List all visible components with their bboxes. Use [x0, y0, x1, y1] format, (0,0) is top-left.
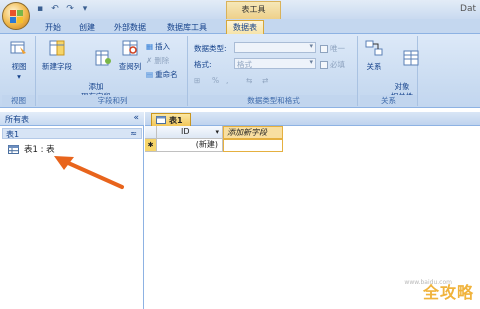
rename-column-button[interactable]: ▤ 重命名	[146, 69, 178, 80]
office-button[interactable]	[2, 2, 30, 30]
relationships-group: 关系 对象 相关性 关系	[360, 36, 419, 106]
office-logo-icon	[10, 10, 23, 23]
insert-column-button[interactable]: ▦ 插入	[146, 41, 170, 52]
nav-item-table1[interactable]: 表1 : 表	[8, 143, 55, 155]
annotation-arrow	[54, 156, 124, 189]
collapse-chevron-icon[interactable]: «	[133, 113, 139, 123]
increase-decimals-button[interactable]: ⇆	[246, 76, 252, 85]
dropdown-arrow-icon: ▾	[309, 42, 313, 50]
customize-qat-icon[interactable]: ▾	[79, 3, 91, 15]
table-icon	[8, 144, 19, 154]
percent-format-button[interactable]: %	[212, 76, 219, 85]
lookup-column-button[interactable]: 查阅列	[116, 40, 144, 72]
decrease-decimals-icon: ⇄	[262, 76, 269, 85]
nav-pane-header[interactable]: 所有表 «	[0, 112, 144, 126]
add-existing-fields-button[interactable]: 添加 现有字段	[78, 40, 114, 122]
navigation-pane: 所有表 « 表1 ≈ 表1 : 表	[0, 112, 144, 309]
title-bar: ▪ ↶ ↷ ▾ 表工具 Dat	[0, 0, 480, 19]
nav-pane-title: 所有表	[5, 115, 29, 124]
required-check-box[interactable]	[320, 60, 328, 69]
tab-table1[interactable]: 表1	[151, 113, 191, 126]
datatype-label: 数据类型:	[194, 44, 227, 53]
new-row-id-cell[interactable]: (新建)	[157, 139, 223, 152]
object-dependencies-icon	[403, 50, 419, 66]
document-tab-bar: 表1	[145, 112, 480, 126]
new-row-add-field-cell[interactable]	[223, 139, 283, 152]
view-icon	[10, 41, 26, 54]
add-existing-fields-icon	[95, 50, 112, 66]
dropdown-arrow-icon: ▾	[309, 58, 313, 66]
ribbon: 视图 ▾ 视图 新建字段 添加 现有字段	[0, 34, 480, 108]
undo-icon[interactable]: ↶	[49, 3, 61, 15]
increase-decimals-icon: ⇆	[246, 76, 253, 85]
sort-dropdown-icon[interactable]: ▾	[215, 126, 219, 138]
decrease-decimals-button[interactable]: ⇄	[262, 76, 268, 85]
view-button[interactable]: 视图 ▾	[4, 40, 34, 82]
context-tab-header: 表工具	[226, 1, 281, 19]
required-checkbox[interactable]: 必填	[320, 59, 345, 70]
group-collapse-icon[interactable]: ≈	[130, 129, 137, 138]
datatype-group: 数据类型: ▾ 格式: 格式 ▾ ⊞ % , ⇆ ⇄ 唯一 必填 数据类型和格式	[190, 36, 358, 106]
fields-group: 新建字段 添加 现有字段 查阅列 ▦ 插入 ✗ 删除	[38, 36, 188, 106]
tab-home[interactable]: 开始	[40, 21, 66, 34]
views-group: 视图 ▾ 视图	[2, 36, 36, 106]
lookup-column-icon	[122, 40, 138, 56]
tab-create[interactable]: 创建	[74, 21, 100, 34]
datatype-group-label: 数据类型和格式	[190, 95, 357, 106]
insert-icon: ▦	[146, 42, 154, 51]
redo-icon[interactable]: ↷	[64, 3, 76, 15]
rename-icon: ▤	[146, 70, 154, 79]
unique-checkbox[interactable]: 唯一	[320, 43, 345, 54]
window-title: Dat	[460, 4, 476, 14]
relationships-icon	[365, 40, 383, 56]
tab-external-data[interactable]: 外部数据	[108, 21, 152, 34]
watermark-logo: 全攻略	[422, 283, 474, 302]
comma-format-button[interactable]: ,	[226, 76, 228, 85]
relationships-group-label: 关系	[360, 95, 417, 106]
new-row-selector[interactable]: ✱	[145, 139, 157, 152]
new-record-icon: ✱	[147, 141, 154, 149]
new-field-button[interactable]: 新建字段	[40, 40, 74, 72]
format-dropdown[interactable]: 格式 ▾	[234, 58, 316, 69]
tab-database-tools[interactable]: 数据库工具	[160, 21, 214, 34]
currency-format-button[interactable]: ⊞	[194, 76, 200, 85]
relationships-button[interactable]: 关系	[362, 40, 386, 72]
fields-group-label: 字段和列	[38, 95, 187, 106]
views-group-label: 视图	[2, 95, 35, 106]
new-field-icon	[49, 40, 65, 56]
column-header-id[interactable]: ID ▾	[157, 126, 223, 139]
currency-icon: ⊞	[194, 76, 201, 85]
ribbon-tab-row: 开始 创建 外部数据 数据库工具 数据表	[0, 19, 480, 34]
unique-check-box[interactable]	[320, 44, 328, 53]
delete-column-button[interactable]: ✗ 删除	[146, 55, 169, 66]
quick-access-toolbar: ▪ ↶ ↷ ▾	[34, 3, 91, 16]
format-label: 格式:	[194, 60, 212, 69]
nav-group-label: 表1	[6, 130, 20, 139]
datatype-dropdown[interactable]: ▾	[234, 42, 316, 53]
delete-icon: ✗	[146, 56, 153, 65]
select-all-corner[interactable]	[145, 126, 157, 139]
tab-datasheet[interactable]: 数据表	[226, 20, 264, 34]
object-dependencies-button[interactable]: 对象 相关性	[388, 40, 419, 122]
save-icon[interactable]: ▪	[34, 3, 46, 15]
nav-group-header[interactable]: 表1 ≈	[2, 128, 142, 139]
column-header-add-field[interactable]: 添加新字段	[223, 126, 283, 139]
table-icon	[156, 116, 166, 124]
